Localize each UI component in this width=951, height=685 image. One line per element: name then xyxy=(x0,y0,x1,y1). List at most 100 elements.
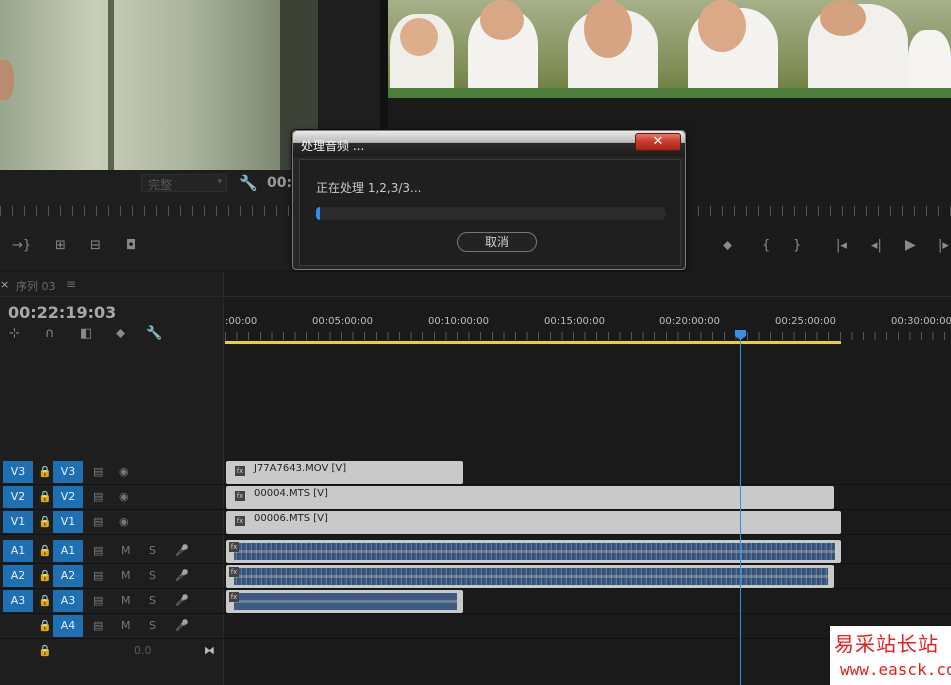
chevron-down-icon: ▾ xyxy=(217,177,222,187)
track-row-v2: V2 🔒 V2 ▤ ◉ fx 00004.MTS [V] xyxy=(0,486,951,510)
lock-icon[interactable]: 🔒 xyxy=(38,544,52,557)
sync-lock-icon[interactable]: ▤ xyxy=(93,569,103,582)
lock-icon[interactable]: 🔒 xyxy=(38,515,52,528)
progress-bar-fill xyxy=(316,207,320,220)
play-icon[interactable]: ▶ xyxy=(905,237,916,253)
microphone-icon[interactable]: 🎤 xyxy=(175,544,189,557)
watermark-url: www.easck.com xyxy=(840,660,951,679)
mark-out-icon[interactable]: } xyxy=(793,238,801,253)
dialog-title: 处理音频 ... xyxy=(301,139,365,153)
watermark-title: 易采站长站 xyxy=(834,632,939,656)
program-video-frame xyxy=(388,0,951,98)
dialog-titlebar[interactable]: 处理音频 ... ✕ xyxy=(293,131,685,157)
watermark: 易采站长站 www.easck.com xyxy=(830,626,951,685)
mute-button[interactable]: M xyxy=(121,619,131,632)
time-ruler[interactable]: :00:00 00:05:00:00 00:10:00:00 00:15:00:… xyxy=(225,312,951,344)
step-forward-icon[interactable]: |▸ xyxy=(938,238,949,253)
eye-icon[interactable]: ◉ xyxy=(119,515,129,528)
camera-icon[interactable]: ◘ xyxy=(126,238,136,253)
source-patch-v2[interactable]: V2 xyxy=(3,486,33,508)
progress-message: 正在处理 1,2,3/3... xyxy=(316,181,422,195)
clip-a2[interactable]: fx xyxy=(226,565,834,588)
track-row-a2: A2 🔒 A2 ▤ M S 🎤 fx xyxy=(0,565,951,589)
microphone-icon[interactable]: 🎤 xyxy=(175,594,189,607)
sync-lock-icon[interactable]: ▤ xyxy=(93,515,103,528)
insert-icon[interactable]: →} xyxy=(12,238,31,253)
microphone-icon[interactable]: 🎤 xyxy=(175,569,189,582)
source-patch-a3[interactable]: A3 xyxy=(3,590,33,612)
solo-button[interactable]: S xyxy=(149,594,156,607)
dialog-body: 正在处理 1,2,3/3... 取消 xyxy=(299,159,681,266)
progress-bar xyxy=(316,207,666,220)
add-marker-icon[interactable]: ⬥ xyxy=(116,326,125,341)
snap-icon[interactable]: ∩ xyxy=(45,326,55,341)
sync-lock-icon[interactable]: ▤ xyxy=(93,619,103,632)
master-volume-value[interactable]: 0.0 xyxy=(134,644,152,657)
solo-button[interactable]: S xyxy=(149,569,156,582)
track-target-a3[interactable]: A3 xyxy=(53,590,83,612)
track-target-v3[interactable]: V3 xyxy=(53,461,83,483)
step-back-icon[interactable]: ◂| xyxy=(871,238,882,253)
track-target-a1[interactable]: A1 xyxy=(53,540,83,562)
track-row-master: 🔒 0.0 ⧓ xyxy=(0,640,951,664)
track-target-v2[interactable]: V2 xyxy=(53,486,83,508)
linked-selection-icon[interactable]: ◧ xyxy=(80,326,92,341)
close-button[interactable]: ✕ xyxy=(635,133,681,151)
sync-lock-icon[interactable]: ▤ xyxy=(93,465,103,478)
bow-tie-icon[interactable]: ⧓ xyxy=(204,644,215,657)
close-tab-icon[interactable]: × xyxy=(0,278,9,291)
solo-button[interactable]: S xyxy=(149,619,156,632)
eye-icon[interactable]: ◉ xyxy=(119,490,129,503)
export-frame-icon[interactable]: ⊞ xyxy=(55,238,66,253)
clip-v1[interactable]: fx 00006.MTS [V] xyxy=(226,511,841,534)
timeline-settings-icon[interactable]: 🔧 xyxy=(146,326,162,341)
track-row-v3: V3 🔒 V3 ▤ ◉ fx J77A7643.MOV [V] xyxy=(0,461,951,485)
lock-icon[interactable]: 🔒 xyxy=(38,569,52,582)
sync-lock-icon[interactable]: ▤ xyxy=(93,544,103,557)
lock-icon[interactable]: 🔒 xyxy=(38,490,52,503)
track-target-a2[interactable]: A2 xyxy=(53,565,83,587)
clip-a1[interactable]: fx xyxy=(226,540,841,563)
current-timecode[interactable]: 00:22:19:03 xyxy=(8,303,116,322)
panel-menu-icon[interactable]: ≡ xyxy=(66,277,76,291)
track-target-v1[interactable]: V1 xyxy=(53,511,83,533)
program-scrub-bar[interactable] xyxy=(686,206,951,216)
mute-button[interactable]: M xyxy=(121,569,131,582)
lock-icon[interactable]: 🔒 xyxy=(38,465,52,478)
lock-icon[interactable]: 🔒 xyxy=(38,594,52,607)
overwrite-icon[interactable]: ⊟ xyxy=(90,238,101,253)
go-to-in-icon[interactable]: |◂ xyxy=(836,238,847,253)
marker-icon[interactable]: ⬥ xyxy=(723,238,732,253)
clip-v3[interactable]: fx J77A7643.MOV [V] xyxy=(226,461,463,484)
mute-button[interactable]: M xyxy=(121,544,131,557)
cancel-button[interactable]: 取消 xyxy=(457,232,537,252)
clip-v2[interactable]: fx 00004.MTS [V] xyxy=(226,486,834,509)
lock-icon[interactable]: 🔒 xyxy=(38,619,52,632)
track-row-a3: A3 🔒 A3 ▤ M S 🎤 fx xyxy=(0,590,951,614)
source-patch-a2[interactable]: A2 xyxy=(3,565,33,587)
sync-lock-icon[interactable]: ▤ xyxy=(93,490,103,503)
playhead-line[interactable] xyxy=(740,334,741,685)
work-area-bar[interactable] xyxy=(225,341,841,344)
track-target-a4[interactable]: A4 xyxy=(53,615,83,637)
mark-in-icon[interactable]: { xyxy=(762,238,770,253)
source-scrub-bar[interactable] xyxy=(0,206,292,216)
solo-button[interactable]: S xyxy=(149,544,156,557)
source-patch-v1[interactable]: V1 xyxy=(3,511,33,533)
source-patch-v3[interactable]: V3 xyxy=(3,461,33,483)
nest-icon[interactable]: ⊹ xyxy=(9,326,20,341)
sync-lock-icon[interactable]: ▤ xyxy=(93,594,103,607)
sequence-tab[interactable]: 序列 03 xyxy=(16,278,56,294)
process-audio-dialog: 处理音频 ... ✕ 正在处理 1,2,3/3... 取消 xyxy=(292,130,686,270)
source-video-frame xyxy=(0,0,318,170)
fit-select[interactable]: 完整 ▾ xyxy=(141,174,227,192)
timeline-panel: × 序列 03 ≡ 00:22:19:03 ⊹ ∩ ◧ ⬥ 🔧 :00:00 0… xyxy=(0,272,951,685)
microphone-icon[interactable]: 🎤 xyxy=(175,619,189,632)
wrench-icon[interactable]: 🔧 xyxy=(239,174,258,192)
eye-icon[interactable]: ◉ xyxy=(119,465,129,478)
mute-button[interactable]: M xyxy=(121,594,131,607)
lock-icon[interactable]: 🔒 xyxy=(38,644,52,657)
source-patch-a1[interactable]: A1 xyxy=(3,540,33,562)
track-row-a1: A1 🔒 A1 ▤ M S 🎤 fx xyxy=(0,540,951,564)
clip-a3[interactable]: fx xyxy=(226,590,463,613)
